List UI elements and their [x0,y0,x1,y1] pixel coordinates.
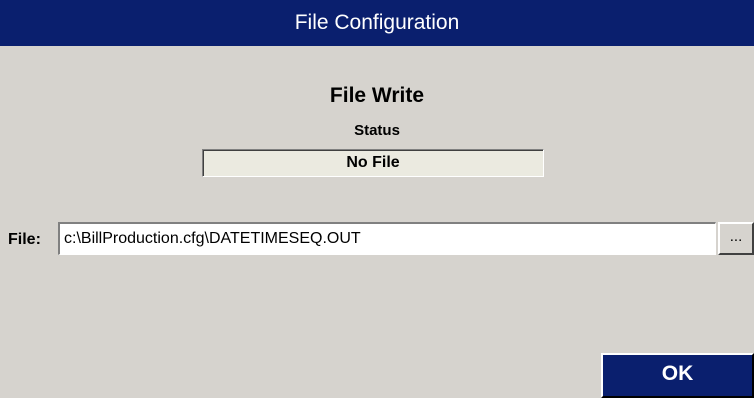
status-label: Status [354,122,400,139]
file-path-input[interactable] [58,222,716,255]
section-title: File Write [329,84,425,107]
browse-button[interactable]: ... [718,222,754,255]
file-configuration-dialog: File Configuration File Write Status No … [0,0,754,398]
file-label: File: [8,231,41,248]
status-display: No File [202,149,544,177]
ok-button[interactable]: OK [601,353,754,398]
title-bar: File Configuration [0,0,754,46]
